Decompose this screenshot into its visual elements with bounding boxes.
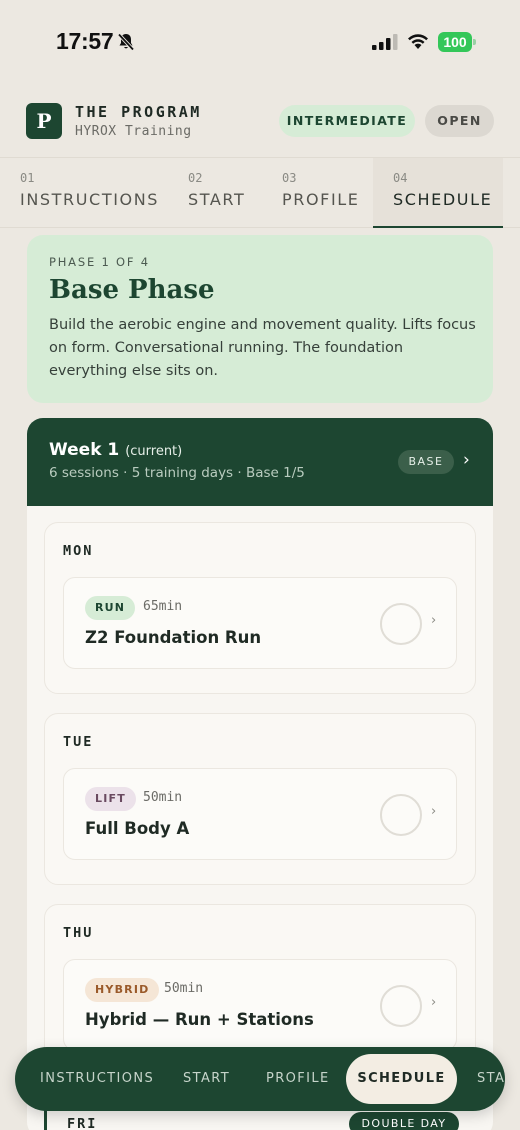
status-bar: 17:57 100 bbox=[0, 0, 520, 80]
nav-sta[interactable]: STA bbox=[477, 1047, 505, 1111]
session-card[interactable]: RUN 65min Z2 Foundation Run › bbox=[63, 577, 457, 669]
tab-schedule[interactable]: 04 SCHEDULE bbox=[373, 158, 503, 228]
nav-schedule[interactable]: SCHEDULE bbox=[346, 1054, 457, 1104]
week-name: Week 1 bbox=[49, 440, 120, 460]
week-header[interactable]: Week 1 (current) 6 sessions · 5 training… bbox=[27, 418, 493, 506]
session-tag: RUN bbox=[85, 596, 136, 620]
nav-profile[interactable]: PROFILE bbox=[266, 1047, 330, 1111]
section-tabs: 01 INSTRUCTIONS 02 START 03 PROFILE 04 S… bbox=[0, 158, 520, 228]
day-card-mon: MON RUN 65min Z2 Foundation Run › bbox=[44, 522, 476, 694]
day-card-fri: FRI DOUBLE DAY bbox=[44, 1108, 476, 1130]
tab-profile[interactable]: 03 PROFILE bbox=[264, 158, 372, 228]
phase-card: PHASE 1 OF 4 Base Phase Build the aerobi… bbox=[27, 235, 493, 403]
chevron-right-icon[interactable]: › bbox=[463, 450, 470, 470]
complete-checkbox[interactable] bbox=[380, 603, 422, 645]
tab-label: PROFILE bbox=[282, 190, 360, 209]
day-label: FRI bbox=[67, 1116, 98, 1130]
cellular-signal-icon bbox=[372, 34, 398, 50]
double-day-badge: DOUBLE DAY bbox=[349, 1112, 459, 1130]
chevron-right-icon: › bbox=[431, 995, 437, 1010]
battery-nub bbox=[473, 39, 476, 45]
nav-start[interactable]: START bbox=[183, 1047, 230, 1111]
app-header: P THE PROGRAM HYROX Training INTERMEDIAT… bbox=[0, 80, 520, 158]
week-summary: 6 sessions · 5 training days · Base 1/5 bbox=[49, 465, 305, 481]
tab-label: SCHEDULE bbox=[393, 190, 493, 209]
day-label: THU bbox=[63, 925, 94, 941]
tab-label: INSTRUCTIONS bbox=[20, 190, 160, 209]
level-pill[interactable]: INTERMEDIATE bbox=[279, 105, 415, 137]
open-button[interactable]: OPEN bbox=[425, 105, 494, 137]
tab-instructions[interactable]: 01 INSTRUCTIONS bbox=[0, 158, 170, 228]
complete-checkbox[interactable] bbox=[380, 985, 422, 1027]
status-time: 17:57 bbox=[56, 28, 114, 54]
week-title: Week 1 (current) bbox=[49, 440, 182, 460]
session-duration: 50min bbox=[143, 790, 183, 805]
phase-title: Base Phase bbox=[49, 275, 215, 305]
phase-badge: BASE bbox=[398, 450, 454, 474]
bell-muted-icon bbox=[117, 33, 135, 51]
tab-label: START bbox=[188, 190, 246, 209]
day-label: TUE bbox=[63, 734, 94, 750]
program-logo: P bbox=[26, 103, 62, 139]
session-duration: 50min bbox=[164, 981, 204, 996]
battery-level: 100 bbox=[438, 32, 472, 52]
session-duration: 65min bbox=[143, 599, 183, 614]
wifi-icon bbox=[408, 34, 428, 49]
phase-kicker: PHASE 1 OF 4 bbox=[49, 255, 150, 269]
program-subtitle: HYROX Training bbox=[75, 124, 192, 139]
bottom-nav: INSTRUCTIONS START PROFILE SCHEDULE STA bbox=[15, 1047, 505, 1111]
program-title: THE PROGRAM bbox=[75, 103, 202, 121]
complete-checkbox[interactable] bbox=[380, 794, 422, 836]
session-name: Full Body A bbox=[85, 819, 190, 838]
session-name: Hybrid — Run + Stations bbox=[85, 1010, 314, 1029]
session-card[interactable]: HYBRID 50min Hybrid — Run + Stations › bbox=[63, 959, 457, 1051]
session-card[interactable]: LIFT 50min Full Body A › bbox=[63, 768, 457, 860]
tab-number: 03 bbox=[282, 171, 297, 185]
session-name: Z2 Foundation Run bbox=[85, 628, 262, 647]
day-card-tue: TUE LIFT 50min Full Body A › bbox=[44, 713, 476, 885]
week-current-label: (current) bbox=[125, 444, 183, 459]
session-tag: LIFT bbox=[85, 787, 136, 811]
tab-number: 04 bbox=[393, 171, 408, 185]
tab-number: 01 bbox=[20, 171, 35, 185]
chevron-right-icon: › bbox=[431, 613, 437, 628]
tab-start[interactable]: 02 START bbox=[170, 158, 264, 228]
phase-description: Build the aerobic engine and movement qu… bbox=[49, 317, 476, 379]
week-card: Week 1 (current) 6 sessions · 5 training… bbox=[27, 418, 493, 1130]
day-label: MON bbox=[63, 543, 94, 559]
tab-number: 02 bbox=[188, 171, 203, 185]
nav-instructions[interactable]: INSTRUCTIONS bbox=[40, 1047, 154, 1111]
battery-icon: 100 bbox=[438, 32, 476, 52]
chevron-right-icon: › bbox=[431, 804, 437, 819]
session-tag: HYBRID bbox=[85, 978, 160, 1002]
